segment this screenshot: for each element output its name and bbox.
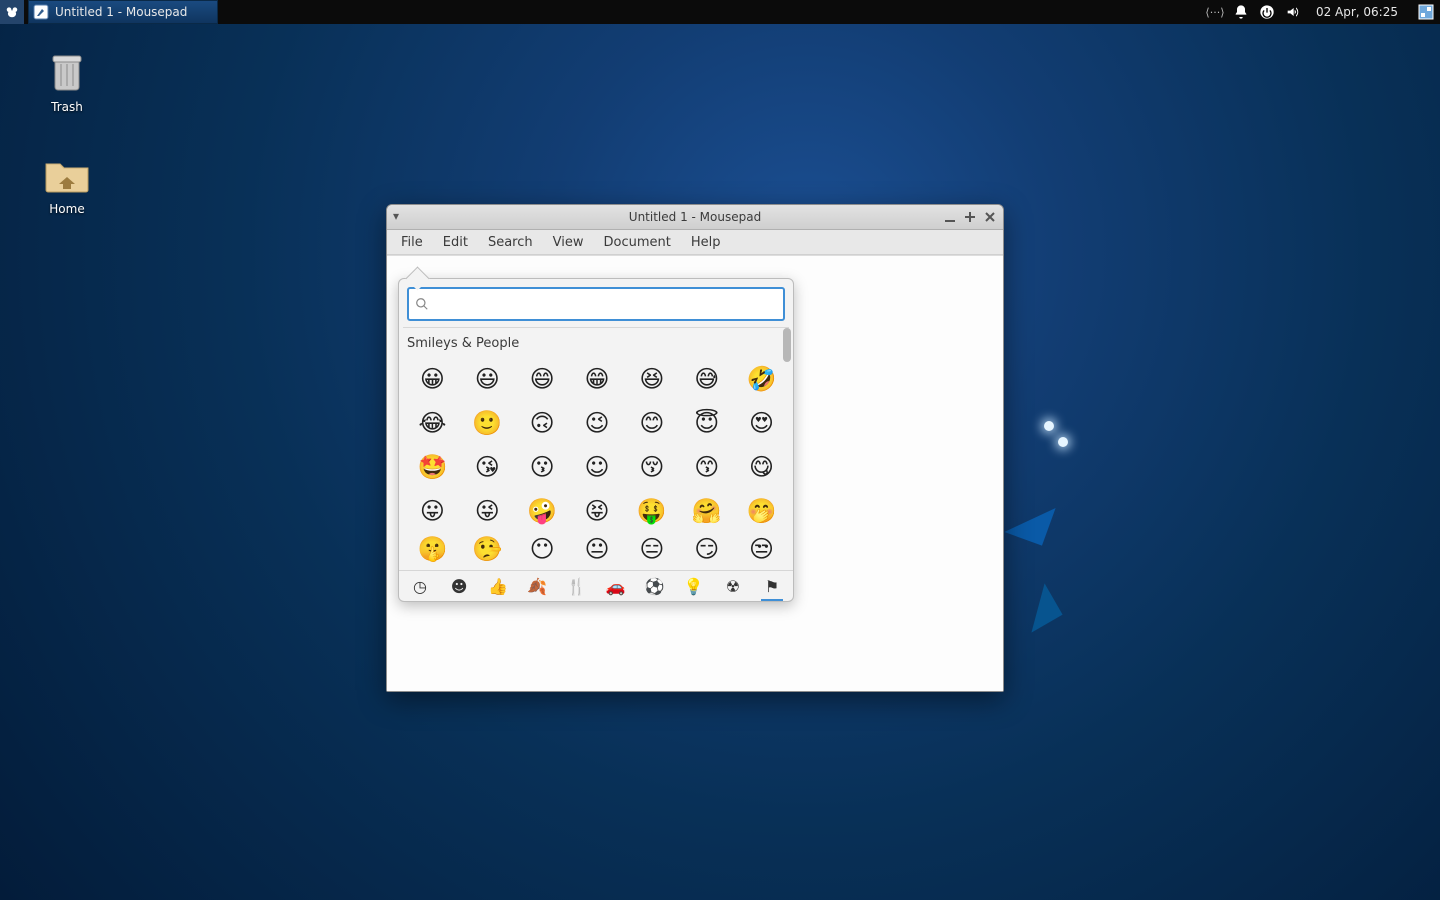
menu-edit[interactable]: Edit bbox=[433, 230, 478, 254]
menubar: File Edit Search View Document Help bbox=[387, 230, 1003, 255]
emoji-category-nature[interactable]: 🍂 bbox=[526, 572, 548, 600]
emoji-cell[interactable]: 🤑 bbox=[624, 489, 679, 533]
emoji-category-objects[interactable]: 💡 bbox=[683, 572, 705, 600]
emoji-category-food[interactable]: 🍴 bbox=[565, 572, 587, 600]
emoji-cell[interactable]: 😜 bbox=[460, 489, 515, 533]
menu-view[interactable]: View bbox=[543, 230, 594, 254]
wallpaper-triangle bbox=[1013, 583, 1062, 632]
window-title: Untitled 1 - Mousepad bbox=[387, 210, 1003, 224]
trash-icon bbox=[43, 48, 91, 96]
emoji-category-recent[interactable]: ◷ bbox=[409, 572, 431, 600]
mousepad-app-icon bbox=[33, 4, 49, 20]
panel-clock[interactable]: 02 Apr, 06:25 bbox=[1310, 5, 1404, 19]
window-titlebar[interactable]: ▾ Untitled 1 - Mousepad bbox=[387, 205, 1003, 230]
emoji-cell[interactable]: 🤥 bbox=[460, 533, 515, 565]
menu-file[interactable]: File bbox=[391, 230, 433, 254]
emoji-cell[interactable]: 😂 bbox=[405, 401, 460, 445]
emoji-cell[interactable]: 😙 bbox=[679, 445, 734, 489]
wallpaper-triangle bbox=[1004, 494, 1055, 545]
emoji-cell[interactable]: 😁 bbox=[570, 357, 625, 401]
notifications-icon[interactable] bbox=[1232, 3, 1250, 21]
xfce-mouse-icon bbox=[5, 5, 19, 19]
taskbar-item-label: Untitled 1 - Mousepad bbox=[55, 5, 187, 19]
desktop-icon-trash[interactable]: Trash bbox=[22, 48, 112, 114]
home-folder-icon bbox=[43, 150, 91, 198]
emoji-cell[interactable]: 😶 bbox=[515, 533, 570, 565]
emoji-cell[interactable]: 😐 bbox=[570, 533, 625, 565]
emoji-category-smileys[interactable]: ☻ bbox=[448, 572, 470, 600]
emoji-cell[interactable]: 😀 bbox=[405, 357, 460, 401]
volume-icon[interactable] bbox=[1284, 3, 1302, 21]
window-minimize-button[interactable] bbox=[941, 208, 959, 226]
window-maximize-button[interactable] bbox=[961, 208, 979, 226]
emoji-cell[interactable]: 😑 bbox=[624, 533, 679, 565]
search-icon bbox=[415, 297, 429, 311]
emoji-cell[interactable]: 😗 bbox=[515, 445, 570, 489]
network-icon[interactable]: ⟨···⟩ bbox=[1206, 3, 1224, 21]
emoji-cell[interactable]: 😘 bbox=[460, 445, 515, 489]
emoji-search-field[interactable] bbox=[407, 287, 785, 321]
taskbar-item-mousepad[interactable]: Untitled 1 - Mousepad bbox=[28, 0, 218, 24]
scrollbar-thumb[interactable] bbox=[783, 328, 791, 362]
menu-document[interactable]: Document bbox=[593, 230, 680, 254]
emoji-scroll-area: Smileys & People 😀😃😄😁😆😅🤣😂🙂🙃😉😊😇😍🤩😘😗☺😚😙😋😛😜… bbox=[399, 328, 793, 570]
emoji-category-people[interactable]: 👍 bbox=[487, 572, 509, 600]
menu-search[interactable]: Search bbox=[478, 230, 543, 254]
emoji-cell[interactable]: 😏 bbox=[679, 533, 734, 565]
emoji-cell[interactable]: 😊 bbox=[624, 401, 679, 445]
emoji-cell[interactable]: 😉 bbox=[570, 401, 625, 445]
emoji-cell[interactable]: 🙂 bbox=[460, 401, 515, 445]
emoji-category-activities[interactable]: ⚽ bbox=[644, 572, 666, 600]
power-icon[interactable] bbox=[1258, 3, 1276, 21]
emoji-cell[interactable]: 😛 bbox=[405, 489, 460, 533]
desktop-icon-label: Home bbox=[22, 202, 112, 216]
emoji-grid: 😀😃😄😁😆😅🤣😂🙂🙃😉😊😇😍🤩😘😗☺😚😙😋😛😜🤪😝🤑🤗🤭🤫🤥😶😐😑😏😒 bbox=[405, 357, 789, 565]
desktop-icon-label: Trash bbox=[22, 100, 112, 114]
top-panel: Untitled 1 - Mousepad ⟨···⟩ 02 Apr, 06:2… bbox=[0, 0, 1440, 24]
emoji-category-symbols[interactable]: ☢ bbox=[722, 572, 744, 600]
window-close-button[interactable] bbox=[981, 208, 999, 226]
applications-menu-button[interactable] bbox=[0, 0, 24, 24]
emoji-cell[interactable]: 🤗 bbox=[679, 489, 734, 533]
emoji-section-title: Smileys & People bbox=[405, 334, 789, 357]
emoji-search-input[interactable] bbox=[435, 296, 777, 313]
emoji-cell[interactable]: 🤩 bbox=[405, 445, 460, 489]
emoji-cell[interactable]: 😝 bbox=[570, 489, 625, 533]
emoji-category-flags[interactable]: ⚑ bbox=[761, 572, 783, 600]
emoji-category-travel[interactable]: 🚗 bbox=[605, 572, 627, 600]
wallpaper-dot bbox=[1044, 421, 1054, 431]
emoji-scrollbar[interactable] bbox=[781, 328, 791, 570]
emoji-picker-popover: Smileys & People 😀😃😄😁😆😅🤣😂🙂🙃😉😊😇😍🤩😘😗☺😚😙😋😛😜… bbox=[398, 278, 794, 602]
emoji-cell[interactable]: 😚 bbox=[624, 445, 679, 489]
desktop-icon-home[interactable]: Home bbox=[22, 150, 112, 216]
system-tray: ⟨···⟩ 02 Apr, 06:25 bbox=[1206, 2, 1440, 22]
window-menu-icon[interactable]: ▾ bbox=[393, 209, 399, 223]
emoji-cell[interactable]: 🤪 bbox=[515, 489, 570, 533]
wallpaper-dot bbox=[1058, 437, 1068, 447]
emoji-cell[interactable]: 😇 bbox=[679, 401, 734, 445]
emoji-category-bar: ◷ ☻ 👍 🍂 🍴 🚗 ⚽ 💡 ☢ ⚑ bbox=[399, 570, 793, 601]
show-desktop-button[interactable] bbox=[1416, 2, 1436, 22]
emoji-cell[interactable]: 😃 bbox=[460, 357, 515, 401]
emoji-cell[interactable]: 😅 bbox=[679, 357, 734, 401]
menu-help[interactable]: Help bbox=[681, 230, 731, 254]
emoji-cell[interactable]: 😄 bbox=[515, 357, 570, 401]
emoji-cell[interactable]: 🤫 bbox=[405, 533, 460, 565]
emoji-cell[interactable]: 🙃 bbox=[515, 401, 570, 445]
emoji-cell[interactable]: ☺ bbox=[570, 445, 625, 489]
emoji-cell[interactable]: 😆 bbox=[624, 357, 679, 401]
